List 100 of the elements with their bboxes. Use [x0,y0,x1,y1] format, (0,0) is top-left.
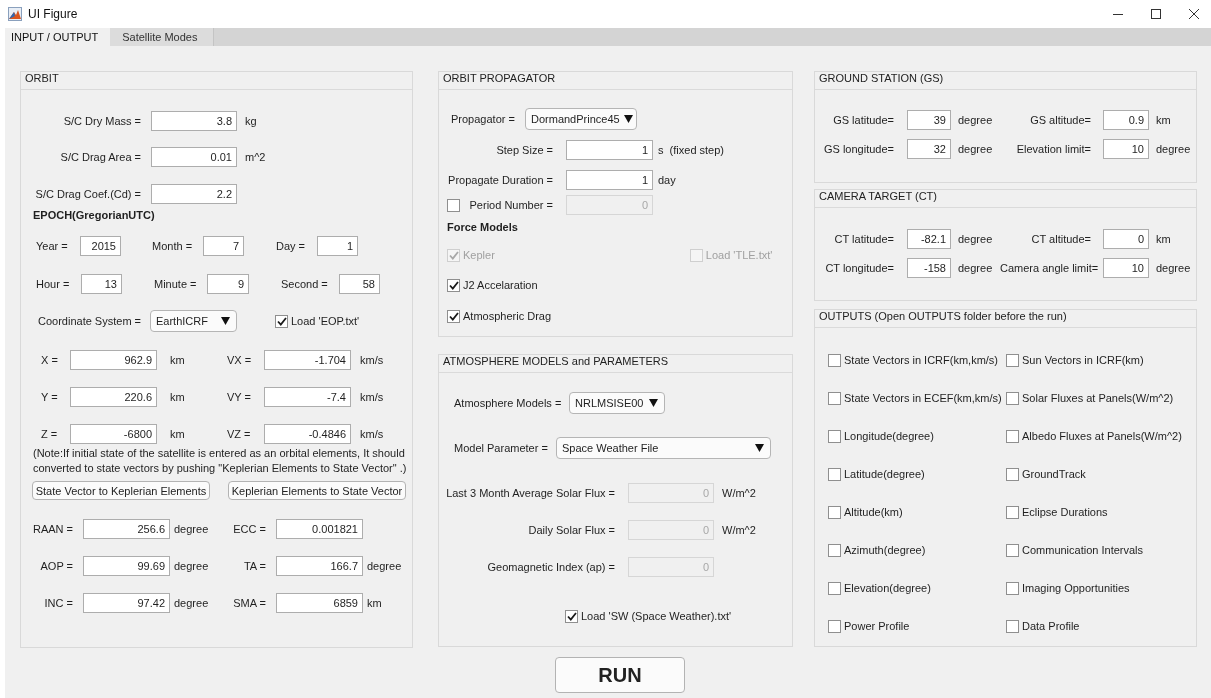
input-field[interactable]: 166.7 [276,556,363,576]
field-label: S/C Drag Coef.(Cd) = [34,188,142,200]
unit-label: degree [174,560,210,572]
panel-title: OUTPUTS (Open OUTPUTS folder before the run) [815,310,1196,328]
input-field[interactable]: 6859 [276,593,363,613]
field-label: CT longitude= [824,262,895,274]
checkbox-label: Atmospheric Drag [463,310,552,322]
unit-label: degree [174,597,210,609]
field-label: Y = [41,391,59,403]
checkbox-label: Load 'EOP.txt' [291,315,360,327]
field-label: ECC = [232,523,267,535]
input-field[interactable]: 2015 [80,236,121,256]
field-label: GS longitude= [822,143,895,155]
checkbox-label: Data Profile [1022,620,1080,632]
field-label: GS altitude= [1029,114,1092,126]
unit-label: km [170,391,186,403]
unit-label: degree [174,523,210,535]
checkbox-label: Imaging Opportunities [1022,582,1130,594]
input-field[interactable]: 3.8 [151,111,237,131]
field-label: Year = [36,240,69,252]
input-field[interactable]: 7 [203,236,244,256]
field-label: Propagate Duration = [447,174,554,186]
input-field[interactable]: 97.42 [83,593,170,613]
unit-label: m^2 [245,151,266,163]
field-label: S/C Dry Mass = [62,115,142,127]
input-field[interactable]: 13 [81,274,122,294]
unit-label: degree [1156,262,1191,274]
unit-label: degree [958,143,994,155]
input-field[interactable]: 99.69 [83,556,170,576]
checkbox-label: Longitude(degree) [844,430,934,442]
input-field[interactable]: -82.1 [907,229,951,249]
field-label: VY = [227,391,252,403]
field-label: Geomagnetic Index (ap) = [486,561,616,573]
button[interactable]: Keplerian Elements to State Vector [228,481,406,500]
unit-label: km [1156,114,1171,126]
unit-label: km [1156,233,1171,245]
input-field[interactable]: 1 [566,140,653,160]
field-label: VZ = [227,428,252,440]
input-field[interactable]: 9 [207,274,249,294]
input-field[interactable]: 0 [1103,229,1149,249]
input-field[interactable]: 0.001821 [276,519,363,539]
field-label: Month = [152,240,194,252]
dropdown[interactable]: Space Weather File [556,437,771,459]
unit-label: km/s [360,391,384,403]
input-field[interactable]: 0.9 [1103,110,1149,130]
input-field[interactable]: -0.4846 [264,424,351,444]
field-label: Second = [281,278,329,290]
input-field[interactable]: 962.9 [70,350,157,370]
field-label: Atmosphere Models = [454,397,563,409]
unit-label: km/s [360,354,384,366]
unit-label: degree [958,262,994,274]
section-heading: EPOCH(GregorianUTC) [33,208,156,222]
dropdown[interactable]: EarthICRF [150,310,237,332]
field-label: Coordinate System = [38,315,143,327]
unit-label: day [658,174,676,186]
input-field[interactable]: -158 [907,258,951,278]
input-field[interactable]: 0.01 [151,147,237,167]
unit-label: degree [958,233,994,245]
input-field[interactable]: 1 [317,236,358,256]
checkbox-label: Albedo Fluxes at Panels(W/m^2) [1022,430,1182,442]
checkbox-label: Elevation(degree) [844,582,931,594]
field-label: SMA = [232,597,267,609]
input-field[interactable]: -1.704 [264,350,351,370]
field-label: Last 3 Month Average Solar Flux = [445,487,616,499]
input-field[interactable]: 39 [907,110,951,130]
input-field[interactable]: 2.2 [151,184,237,204]
field-label: Camera angle limit= [1000,262,1100,274]
checkbox-label: Altitude(km) [844,506,903,518]
tab[interactable]: INPUT / OUTPUT [5,28,111,46]
unit-label: degree [367,560,402,572]
field-label: AOP = [39,560,74,572]
field-label: Day = [276,240,307,252]
input-field[interactable]: -7.4 [264,387,351,407]
note-text: (Note:If initial state of the satellite is entered as an orbital elements, It should converted to state vectors by pushing "Keplerian Elements to State Vector" .) [33,446,408,476]
input-field[interactable]: 10 [1103,139,1149,159]
unit-label: km/s [360,428,384,440]
dropdown[interactable]: DormandPrince45 [525,108,637,130]
dropdown[interactable]: NRLMSISE00 [569,392,665,414]
field-label: Daily Solar Flux = [527,524,616,536]
input-field[interactable]: 256.6 [83,519,170,539]
input-field[interactable]: 220.6 [70,387,157,407]
section-heading: Force Models [447,220,519,234]
input-field[interactable]: 1 [566,170,653,190]
unit-label: W/m^2 [722,487,756,499]
field-label: X = [41,354,59,366]
unit-label: km [170,354,186,366]
panel-title: ORBIT [21,72,412,90]
checkbox-label: Latitude(degree) [844,468,925,480]
input-field[interactable]: 32 [907,139,951,159]
input-field[interactable]: 58 [339,274,380,294]
input-field[interactable]: -6800 [70,424,157,444]
input-field[interactable]: 10 [1103,258,1149,278]
field-label: Hour = [36,278,71,290]
checkbox-label: State Vectors in ECEF(km,km/s) [844,392,1002,404]
panel-title: ATMOSPHERE MODELS and PARAMETERS [439,355,792,373]
tab[interactable]: Satellite Modes [110,28,215,46]
button[interactable]: State Vector to Keplerian Elements [32,481,210,500]
checkbox-label: Communication Intervals [1022,544,1144,556]
run-button[interactable]: RUN [555,657,685,693]
field-label: CT latitude= [833,233,895,245]
